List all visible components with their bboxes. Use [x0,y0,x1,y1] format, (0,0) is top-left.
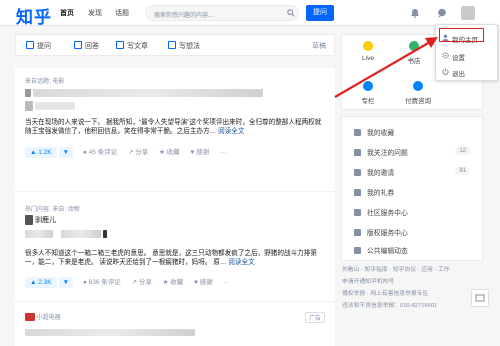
feed-actions: ▲ 1.2K ▼ ● 45 条评论 ↗ 分享 ★ 收藏 ♥ 感谢 ··· [25,146,226,158]
footer-links[interactable]: 刘看山 · 知乎指南 · 知乎协议 · 应用 · 工作 [342,266,482,274]
read-more-link[interactable]: 阅读全文 [228,259,254,266]
more-icon[interactable]: ··· [224,279,231,286]
feed-source: 来自话题: 电影 [25,79,65,85]
link-coupons[interactable]: 我的礼券 [354,187,394,197]
downvote-button[interactable]: ▼ [58,147,74,158]
author-line: 驯鹿儿 [25,215,56,226]
power-icon [442,68,449,75]
write-ask-button[interactable]: 提问 [26,41,51,51]
link-invitations[interactable]: 我的邀请 [354,167,394,177]
ad-badge[interactable]: 广告 [304,312,325,323]
back-to-top-button[interactable] [471,289,489,307]
feed-excerpt[interactable]: 很多人不知道这个一箱二箱三老虎的意思。 意思就是，这三只动物都发疯了之后，野猪的… [25,249,325,269]
feed-title[interactable] [25,229,107,238]
collect-button[interactable]: ★ 收藏 [159,149,180,156]
collect-button[interactable]: ★ 收藏 [163,279,184,286]
personal-links-card: 我的收藏 我关注的问题 12 我的邀请 81 我的礼券 社区服务中心 版权服务中… [341,116,483,261]
read-more-link[interactable]: 阅读全文 [218,128,244,135]
gear-icon [442,52,449,59]
comments-button[interactable]: ● 45 条评论 [83,149,117,156]
menu-settings[interactable]: 设置 [442,52,465,62]
footer-org-link[interactable]: 申请开通知乎机构号 [342,278,482,286]
comments-button[interactable]: ● 636 条评论 [83,279,121,286]
book-icon [409,41,419,51]
link-copyright-center[interactable]: 版权服务中心 [354,227,408,237]
lightning-icon [363,41,373,51]
bell-icon[interactable] [410,8,420,18]
share-button[interactable]: ↗ 分享 [132,279,152,286]
feed: 来自话题: 电影 当天在现场的人来说一下。 据我所知，“最令人失望导演”这个奖项… [15,68,335,346]
answer-icon [74,41,82,49]
edit-icon [354,247,361,254]
top-bar: 知乎 首页 发现 话题 搜索你感兴趣的内容... 提问 [0,0,500,28]
write-thought-button[interactable]: 写想法 [168,41,200,51]
live-entry[interactable]: Live [350,41,386,62]
copyright-icon [354,229,361,236]
invite-icon [354,169,361,176]
write-article-button[interactable]: 写文章 [116,41,148,51]
upvote-button[interactable]: ▲ 1.2K [25,147,57,158]
link-followed-questions[interactable]: 我关注的问题 [354,147,408,157]
consult-icon [413,81,423,91]
link-collections[interactable]: 我的收藏 [354,127,394,137]
feed-actions: ▲ 2.3K ▼ ● 636 条评论 ↗ 分享 ★ 收藏 ♥ 感谢 ··· [25,276,230,288]
bookstore-entry[interactable]: 书店 [396,41,432,65]
question-icon [354,149,361,156]
link-public-edit[interactable]: 公共编辑动态 [354,245,408,255]
message-icon[interactable] [437,8,447,18]
column-icon [363,81,373,91]
footer-phone: 违法和不良信息举报：010-82716601 [342,303,438,309]
avatar[interactable] [461,6,475,20]
column-entry[interactable]: 专栏 [350,81,386,105]
gift-icon [354,189,361,196]
nav-topics[interactable]: 话题 [115,8,129,18]
feed-source: 热门内容, 来自: 动物 [25,207,80,213]
write-answer-button[interactable]: 回答 [74,41,99,51]
main-column: 提问 回答 写文章 写想法 草稿 来自话题: 电影 当天在现场的人来说一下。 据… [15,34,335,346]
thanks-button[interactable]: ♥ 感谢 [194,279,213,286]
link-community-center[interactable]: 社区服务中心 [354,207,408,217]
more-icon[interactable]: ··· [220,149,227,156]
menu-logout[interactable]: 退出 [442,68,465,78]
footer: 刘看山 · 知乎指南 · 知乎协议 · 应用 · 工作 申请开通知乎机构号 侵权… [342,266,482,310]
annotation-highlight-box [439,28,484,42]
feed-item[interactable]: 来自话题: 电影 当天在现场的人来说一下。 据我所知，“最令人失望导演”这个奖项… [15,68,335,192]
nav-home[interactable]: 首页 [60,8,74,18]
author-line [25,101,76,111]
author-name[interactable]: 驯鹿儿 [35,217,56,224]
feed-excerpt[interactable]: 当天在现场的人来说一下。 据我所知，“最令人失望导演”这个奖项评出来时，全归尊的… [25,118,325,138]
paid-consult-entry[interactable]: 付费咨询 [396,81,440,105]
thanks-button[interactable]: ♥ 感谢 [191,149,210,156]
feed-source: 小超电器 [25,312,61,322]
ask-question-button[interactable]: 提问 [306,5,334,21]
count-badge: 12 [455,147,470,155]
share-button[interactable]: ↗ 分享 [128,149,148,156]
search-input[interactable]: 搜索你感兴趣的内容... [145,5,299,21]
thought-icon [168,41,176,49]
drafts-link[interactable]: 草稿 [312,41,326,51]
zhihu-logo[interactable]: 知乎 [16,3,52,28]
article-icon [116,41,124,49]
write-toolbar: 提问 回答 写文章 写想法 草稿 [15,34,335,56]
footer-report-link[interactable]: 侵权举报 · 网上有害信息举报专区 [342,290,482,298]
nav-discover[interactable]: 发现 [88,8,102,18]
feed-item-ad[interactable]: 小超电器 广告 [15,304,335,346]
count-badge: 81 [455,167,470,175]
feed-title[interactable] [25,88,264,97]
community-icon [354,209,361,216]
search-icon[interactable] [287,9,295,17]
mail-icon [475,294,485,302]
upvote-button[interactable]: ▲ 2.3K [25,277,57,288]
feed-item[interactable]: 热门内容, 来自: 动物 驯鹿儿 很多人不知道这个一箱二箱三老虎的意思。 意思就… [15,204,335,302]
ad-title[interactable] [25,328,195,337]
star-icon [354,129,361,136]
ask-icon [26,41,34,49]
downvote-button[interactable]: ▼ [58,277,74,288]
